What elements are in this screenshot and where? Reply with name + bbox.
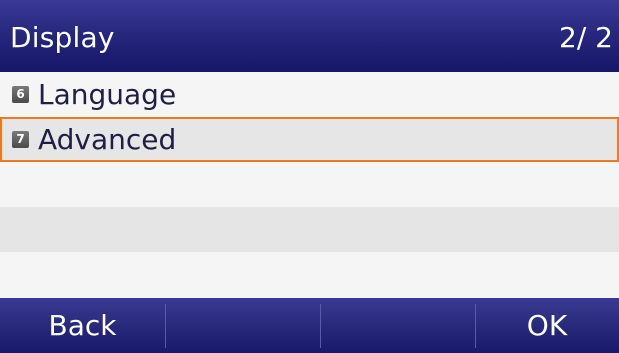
menu-item-language[interactable]: 6 Language — [0, 72, 619, 117]
screen-title: Display — [10, 21, 115, 54]
number-key-6-icon: 6 — [12, 86, 29, 103]
softkey-bar: Back OK — [0, 298, 619, 353]
number-key-7-icon: 7 — [12, 131, 29, 148]
phone-display-screen: Display 2/ 2 6 Language 7 Advanced Back … — [0, 0, 619, 353]
ok-softkey[interactable]: OK — [475, 298, 619, 353]
empty-row — [0, 162, 619, 207]
page-indicator: 2/ 2 — [559, 21, 613, 54]
menu-item-label: Language — [38, 78, 177, 111]
menu-item-advanced[interactable]: 7 Advanced — [0, 117, 619, 162]
back-softkey[interactable]: Back — [0, 298, 165, 353]
softkey-divider — [165, 304, 166, 348]
menu-item-label: Advanced — [38, 123, 177, 156]
title-bar: Display 2/ 2 — [0, 0, 619, 72]
menu-list: 6 Language 7 Advanced — [0, 72, 619, 298]
softkey-divider — [320, 304, 321, 348]
softkey-2[interactable] — [165, 298, 320, 353]
softkey-3[interactable] — [320, 298, 475, 353]
empty-row — [0, 207, 619, 252]
softkey-divider — [475, 304, 476, 348]
empty-row — [0, 252, 619, 298]
